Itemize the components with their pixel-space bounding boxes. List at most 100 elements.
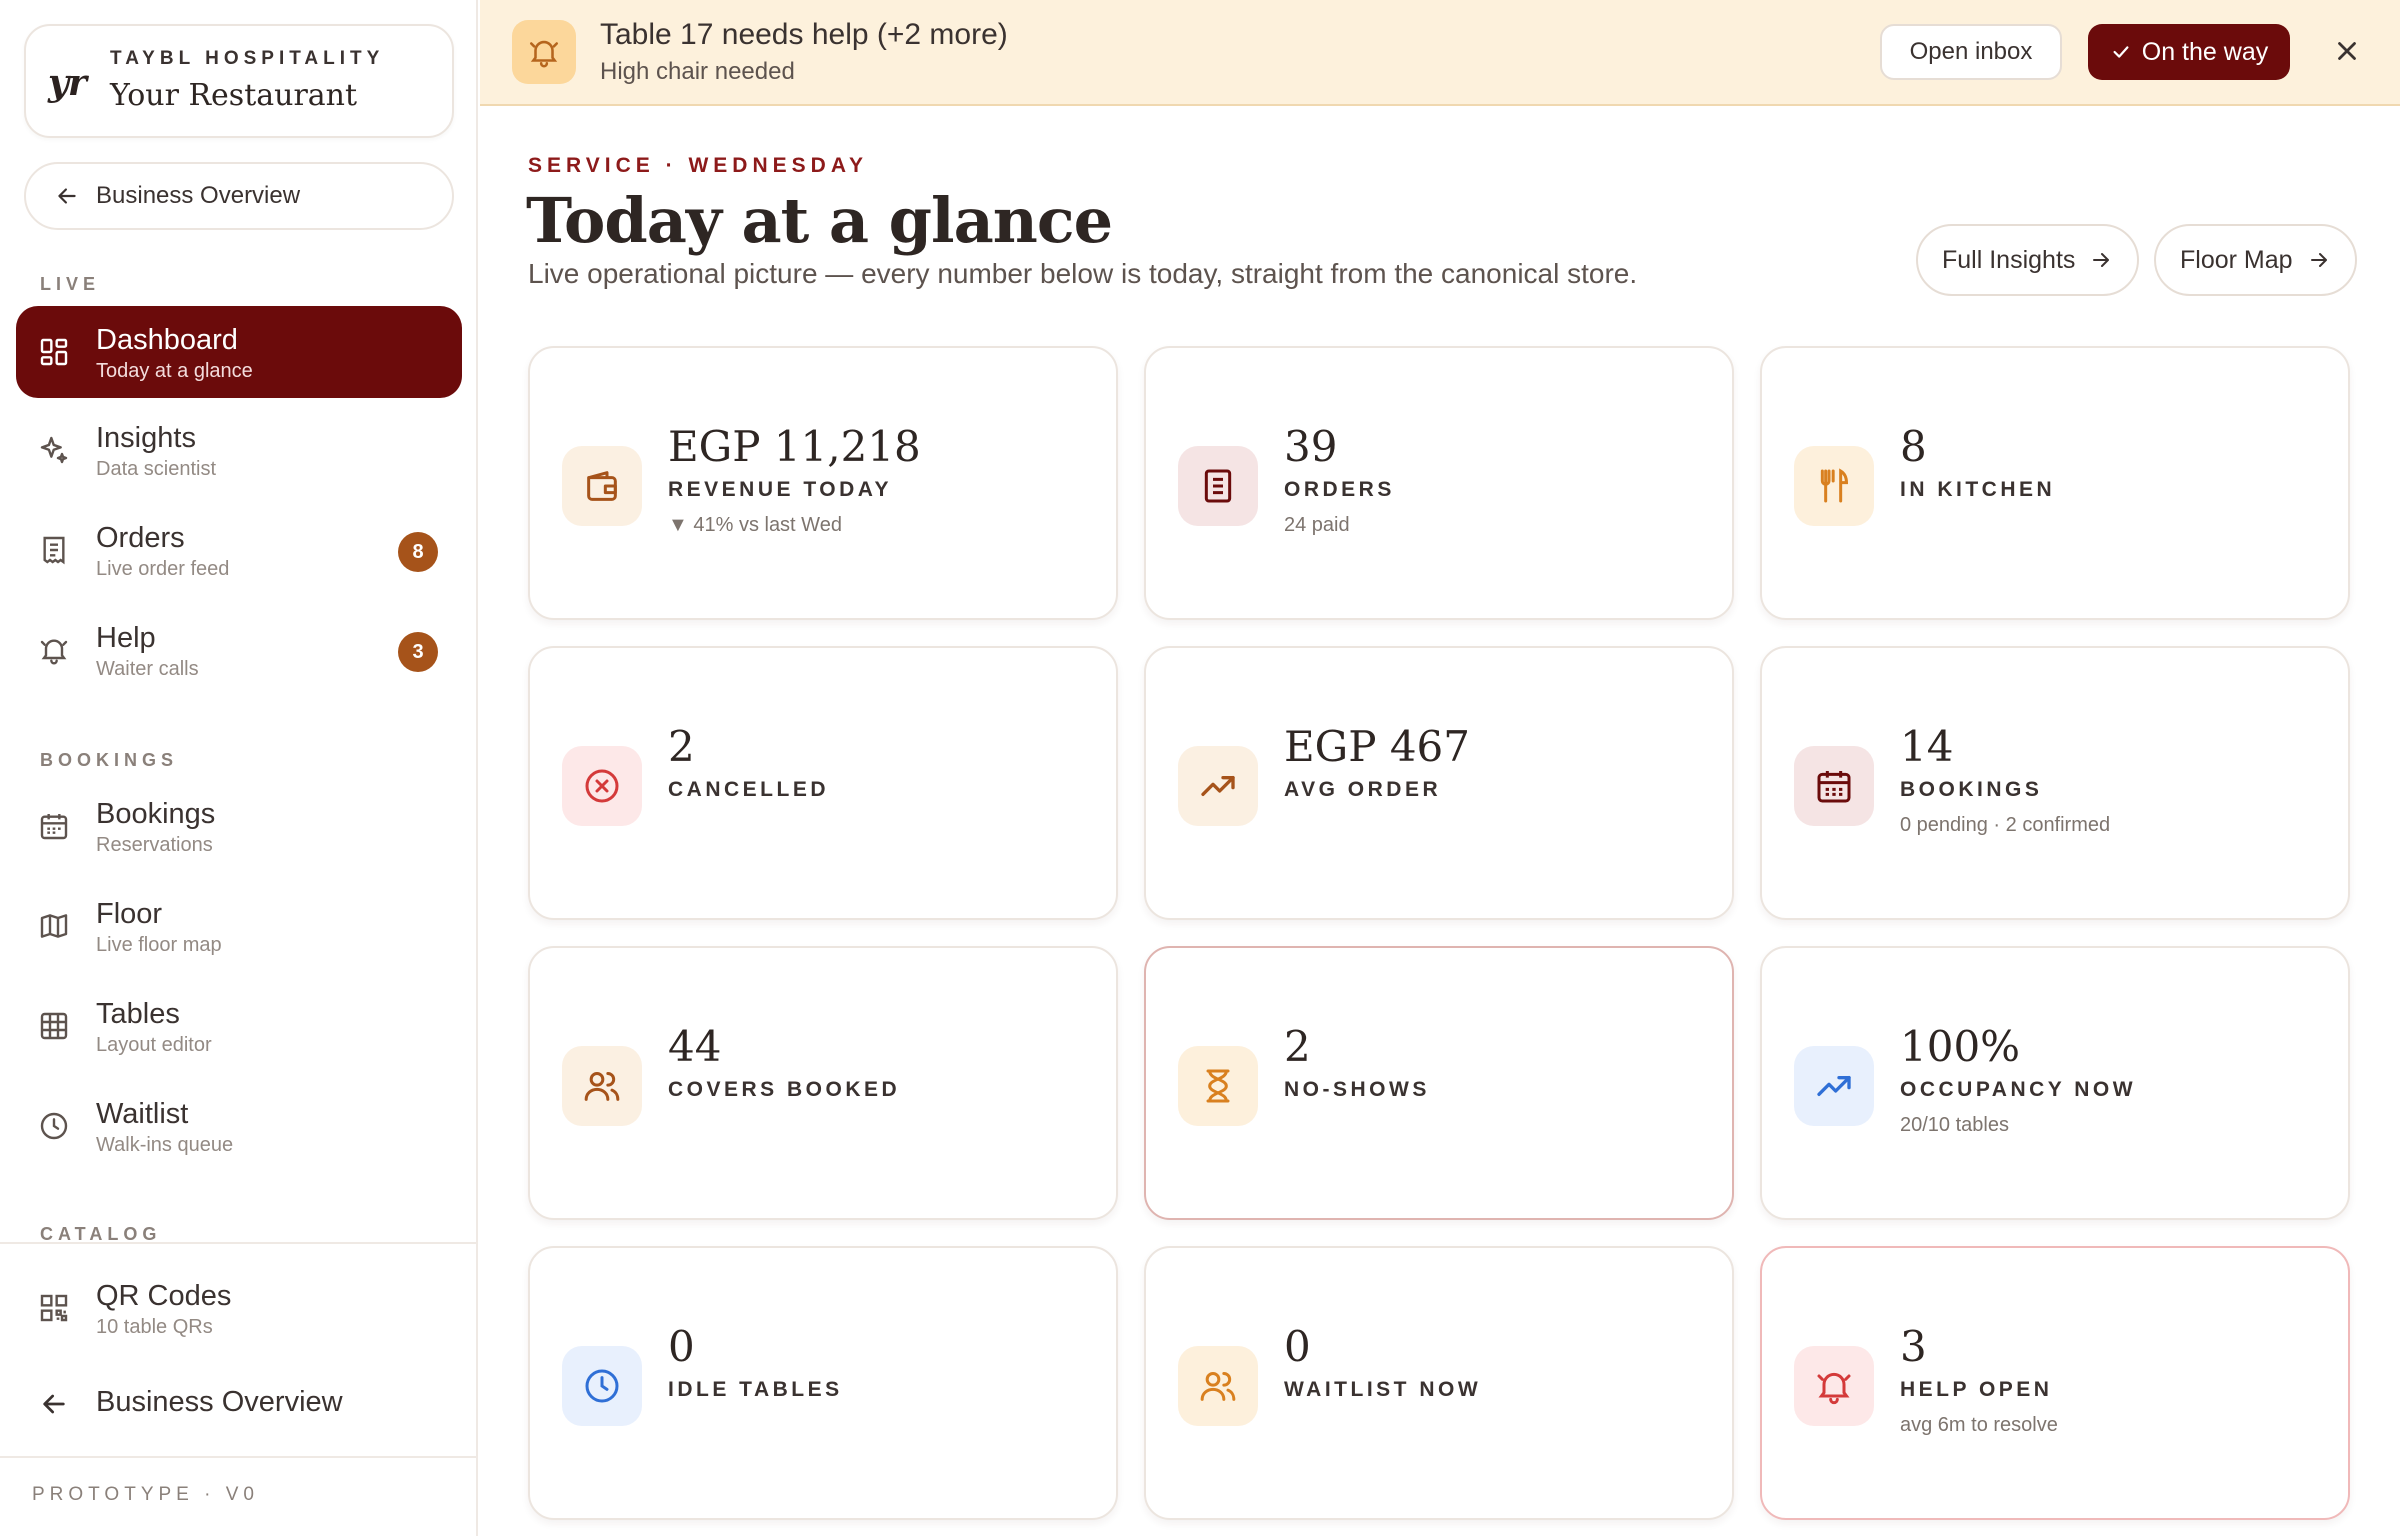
- floor-map-button[interactable]: Floor Map: [2154, 224, 2357, 296]
- hourglass-icon: [1206, 1069, 1230, 1103]
- bell-ring-icon: [529, 40, 559, 68]
- kpi-icon-box: [562, 446, 642, 526]
- kpi-sublabel: 0 pending · 2 confirmed: [1900, 814, 2111, 836]
- calendar-icon: [1817, 771, 1851, 803]
- bell-ring-icon: [1817, 1372, 1851, 1405]
- sidebar-item-sublabel: 10 table QRs: [96, 1316, 213, 1338]
- orders-count-badge: 8: [398, 532, 438, 572]
- kpi-card-bookings[interactable]: 14 BOOKINGS 0 pending · 2 confirmed: [1760, 646, 2350, 920]
- kpi-value: 2: [668, 722, 695, 771]
- dashboard-grid-icon: [40, 338, 68, 366]
- qr-code-icon: [40, 1294, 68, 1322]
- users-icon: [1200, 1372, 1236, 1401]
- on-the-way-button[interactable]: On the way: [2088, 24, 2290, 80]
- brand-card[interactable]: yr TAYBL HOSPITALITY Your Restaurant: [24, 24, 454, 138]
- kpi-icon-box: [1794, 746, 1874, 826]
- sidebar-item-tables[interactable]: Tables Layout editor: [16, 980, 462, 1072]
- sidebar-item-help[interactable]: Help Waiter calls 3: [16, 604, 462, 696]
- kpi-label: NO-SHOWS: [1284, 1078, 1430, 1101]
- sidebar-item-label: Insights: [96, 422, 196, 454]
- kpi-card-no-shows[interactable]: 2 NO-SHOWS: [1144, 946, 1734, 1220]
- kpi-card-help-open[interactable]: 3 HELP OPEN avg 6m to resolve: [1760, 1246, 2350, 1520]
- help-alert-banner: Table 17 needs help (+2 more) High chair…: [480, 0, 2400, 106]
- sidebar-business-overview-link[interactable]: Business Overview: [16, 1368, 462, 1440]
- kpi-label: COVERS BOOKED: [668, 1078, 901, 1101]
- kpi-card-idle-tables[interactable]: 0 IDLE TABLES: [528, 1246, 1118, 1520]
- kpi-card-revenue[interactable]: EGP 11,218 REVENUE TODAY ▼ 41% vs last W…: [528, 346, 1118, 620]
- kpi-sublabel: 20/10 tables: [1900, 1114, 2009, 1136]
- clock-icon: [585, 1369, 619, 1403]
- kpi-label: ORDERS: [1284, 478, 1395, 501]
- kpi-label: HELP OPEN: [1900, 1378, 2053, 1401]
- sidebar-item-orders[interactable]: Orders Live order feed 8: [16, 504, 462, 596]
- kpi-icon-box: [1178, 446, 1258, 526]
- kpi-value: 0: [1284, 1322, 1311, 1371]
- kpi-card-waitlist-now[interactable]: 0 WAITLIST NOW: [1144, 1246, 1734, 1520]
- kpi-icon-box: [1178, 1346, 1258, 1426]
- clock-icon: [40, 1112, 68, 1140]
- calendar-icon: [40, 814, 68, 840]
- business-overview-label: Business Overview: [96, 182, 301, 209]
- kpi-icon-box: [1178, 1046, 1258, 1126]
- page-title: Today at a glance: [526, 184, 1113, 257]
- trending-up-icon: [1817, 1076, 1851, 1096]
- kpi-value: 8: [1900, 422, 1927, 471]
- kpi-label: BOOKINGS: [1900, 778, 2043, 801]
- sidebar-item-sublabel: Data scientist: [96, 458, 217, 480]
- kpi-label: OCCUPANCY NOW: [1900, 1078, 2137, 1101]
- kpi-label: IDLE TABLES: [668, 1378, 843, 1401]
- kpi-value: 3: [1900, 1322, 1927, 1371]
- users-icon: [584, 1072, 620, 1101]
- sidebar-divider: [0, 1242, 478, 1244]
- sidebar: yr TAYBL HOSPITALITY Your Restaurant Bus…: [0, 0, 478, 1536]
- arrow-left-icon: [43, 1394, 65, 1414]
- sidebar-item-sublabel: Reservations: [96, 834, 213, 856]
- x-circle-icon: [585, 769, 619, 803]
- kpi-icon-box: [1794, 446, 1874, 526]
- full-insights-button[interactable]: Full Insights: [1916, 224, 2140, 296]
- full-insights-label: Full Insights: [1942, 245, 2076, 274]
- kpi-icon-box: [562, 1046, 642, 1126]
- grid-icon: [40, 1012, 68, 1040]
- kpi-card-covers-booked[interactable]: 44 COVERS BOOKED: [528, 946, 1118, 1220]
- open-inbox-button[interactable]: Open inbox: [1880, 24, 2062, 80]
- kpi-card-in-kitchen[interactable]: 8 IN KITCHEN: [1760, 346, 2350, 620]
- kpi-card-avg-order[interactable]: EGP 467 AVG ORDER: [1144, 646, 1734, 920]
- sidebar-item-qr-codes[interactable]: QR Codes 10 table QRs: [16, 1262, 462, 1354]
- sidebar-item-waitlist[interactable]: Waitlist Walk-ins queue: [16, 1080, 462, 1172]
- sidebar-item-label: QR Codes: [96, 1280, 232, 1312]
- sidebar-item-floor[interactable]: Floor Live floor map: [16, 880, 462, 972]
- sidebar-item-label: Waitlist: [96, 1098, 189, 1130]
- sidebar-item-dashboard[interactable]: Dashboard Today at a glance: [16, 306, 462, 398]
- kpi-card-occupancy[interactable]: 100% OCCUPANCY NOW 20/10 tables: [1760, 946, 2350, 1220]
- kpi-sublabel: 24 paid: [1284, 514, 1350, 536]
- business-overview-button[interactable]: Business Overview: [24, 162, 454, 230]
- sidebar-item-label: Business Overview: [96, 1386, 343, 1418]
- kpi-label: REVENUE TODAY: [668, 478, 893, 501]
- page-subtitle: Live operational picture — every number …: [528, 258, 1638, 289]
- service-kicker: SERVICE · WEDNESDAY: [528, 154, 869, 177]
- wallet-icon: [587, 471, 617, 501]
- alert-icon-box: [512, 20, 576, 84]
- sidebar-item-bookings[interactable]: Bookings Reservations: [16, 780, 462, 872]
- kpi-card-orders[interactable]: 39 ORDERS 24 paid: [1144, 346, 1734, 620]
- close-icon[interactable]: [2332, 36, 2362, 66]
- sidebar-item-sublabel: Today at a glance: [96, 360, 253, 382]
- check-icon: [2113, 46, 2129, 58]
- sidebar-item-insights[interactable]: Insights Data scientist: [16, 404, 462, 496]
- utensils-icon: [1820, 468, 1849, 503]
- alert-title: Table 17 needs help (+2 more): [600, 18, 1008, 51]
- kpi-value: 44: [668, 1022, 722, 1071]
- sidebar-item-sublabel: Live floor map: [96, 934, 222, 956]
- kpi-sublabel: avg 6m to resolve: [1900, 1414, 2058, 1436]
- sparkles-icon: [40, 436, 68, 464]
- receipt-icon: [43, 536, 65, 565]
- kpi-card-cancelled[interactable]: 2 CANCELLED: [528, 646, 1118, 920]
- arrow-right-icon: [2310, 253, 2327, 267]
- kpi-label: AVG ORDER: [1284, 778, 1442, 801]
- kpi-icon-box: [1794, 1346, 1874, 1426]
- sidebar-item-label: Dashboard: [96, 324, 238, 356]
- kpi-label: IN KITCHEN: [1900, 478, 2056, 501]
- arrow-right-icon: [2093, 253, 2110, 267]
- kpi-label: CANCELLED: [668, 778, 829, 801]
